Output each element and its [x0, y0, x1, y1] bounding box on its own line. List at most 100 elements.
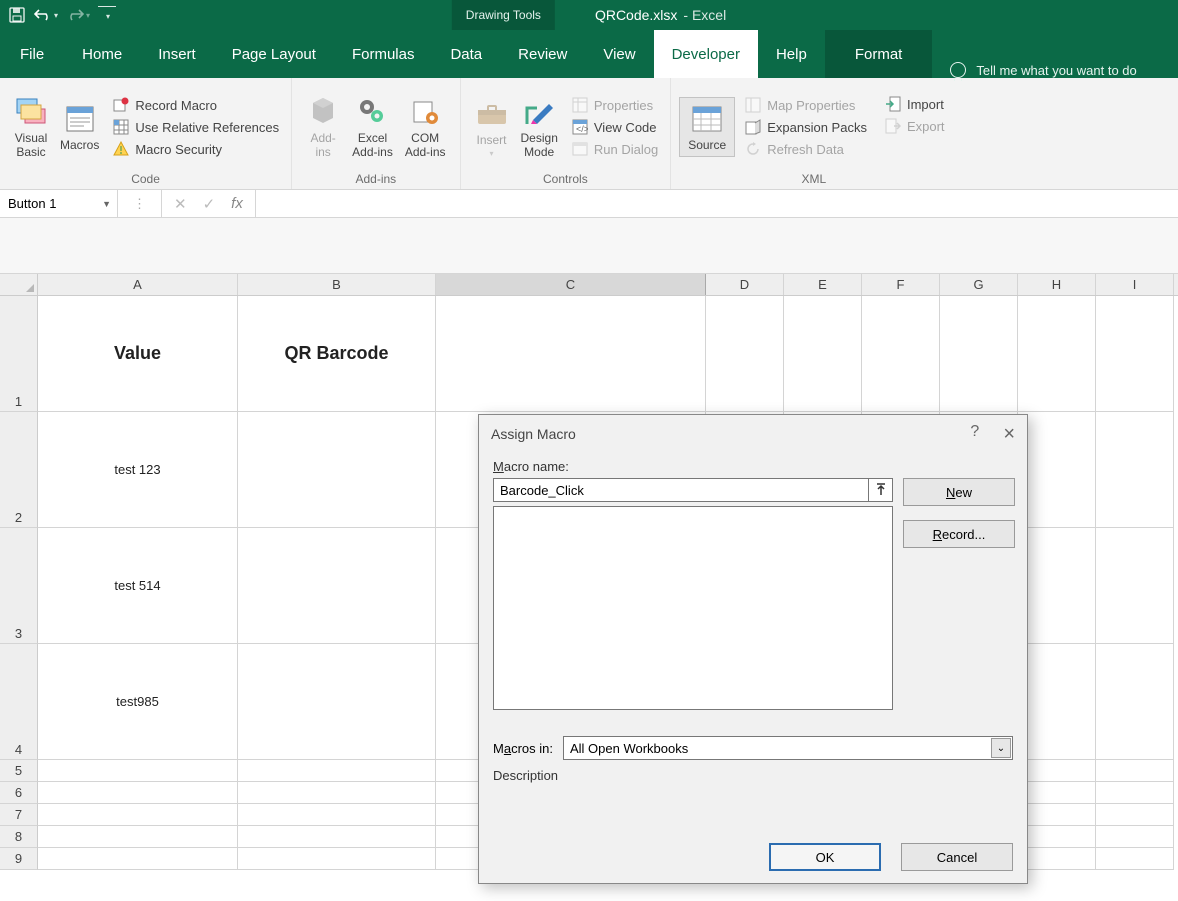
- col-header-I[interactable]: I: [1096, 274, 1174, 295]
- export-button[interactable]: Export: [881, 117, 949, 135]
- cell-H4[interactable]: [1018, 644, 1096, 760]
- tab-file[interactable]: File: [0, 30, 64, 78]
- enter-icon[interactable]: ✓: [203, 195, 216, 213]
- col-header-H[interactable]: H: [1018, 274, 1096, 295]
- import-button[interactable]: Import: [881, 95, 949, 113]
- cell-A5[interactable]: [38, 760, 238, 782]
- row-header-1[interactable]: 1: [0, 296, 38, 412]
- cell-B3[interactable]: [238, 528, 436, 644]
- cell-A2[interactable]: test 123: [38, 412, 238, 528]
- row-header-9[interactable]: 9: [0, 848, 38, 870]
- row-header-2[interactable]: 2: [0, 412, 38, 528]
- visual-basic-button[interactable]: Visual Basic: [8, 95, 54, 159]
- cell-A9[interactable]: [38, 848, 238, 870]
- record-button[interactable]: Record...: [903, 520, 1015, 548]
- cell-I3[interactable]: [1096, 528, 1174, 644]
- formula-input[interactable]: [256, 190, 1178, 217]
- cell-B8[interactable]: [238, 826, 436, 848]
- new-button[interactable]: New: [903, 478, 1015, 506]
- tell-me-search[interactable]: Tell me what you want to do: [950, 62, 1136, 78]
- col-header-B[interactable]: B: [238, 274, 436, 295]
- macros-in-select[interactable]: All Open Workbooks ⌄: [563, 736, 1013, 760]
- design-mode-button[interactable]: Design Mode: [515, 95, 564, 159]
- cell-H6[interactable]: [1018, 782, 1096, 804]
- tab-view[interactable]: View: [585, 30, 653, 78]
- cell-G1[interactable]: [940, 296, 1018, 412]
- view-code-button[interactable]: </> View Code: [568, 118, 662, 136]
- use-relative-references-button[interactable]: Use Relative References: [109, 118, 283, 136]
- tab-page-layout[interactable]: Page Layout: [214, 30, 334, 78]
- row-header-7[interactable]: 7: [0, 804, 38, 826]
- macro-reference-button[interactable]: [869, 478, 893, 502]
- cell-H8[interactable]: [1018, 826, 1096, 848]
- properties-button[interactable]: Properties: [568, 96, 662, 114]
- addins-button[interactable]: Add- ins: [300, 95, 346, 159]
- cell-B5[interactable]: [238, 760, 436, 782]
- cell-A8[interactable]: [38, 826, 238, 848]
- cell-H7[interactable]: [1018, 804, 1096, 826]
- row-header-4[interactable]: 4: [0, 644, 38, 760]
- map-properties-button[interactable]: Map Properties: [741, 96, 871, 114]
- col-header-A[interactable]: A: [38, 274, 238, 295]
- dialog-close-button[interactable]: ×: [1003, 423, 1015, 446]
- cell-I2[interactable]: [1096, 412, 1174, 528]
- cell-A3[interactable]: test 514: [38, 528, 238, 644]
- cell-A1[interactable]: Value: [38, 296, 238, 412]
- cell-H1[interactable]: [1018, 296, 1096, 412]
- expansion-packs-button[interactable]: Expansion Packs: [741, 118, 871, 136]
- macro-security-button[interactable]: Macro Security: [109, 140, 283, 158]
- dialog-title-bar[interactable]: Assign Macro ? ×: [479, 415, 1027, 453]
- tab-help[interactable]: Help: [758, 30, 825, 78]
- row-header-8[interactable]: 8: [0, 826, 38, 848]
- cell-I6[interactable]: [1096, 782, 1174, 804]
- refresh-data-button[interactable]: Refresh Data: [741, 140, 871, 158]
- cell-I1[interactable]: [1096, 296, 1174, 412]
- row-header-5[interactable]: 5: [0, 760, 38, 782]
- tab-home[interactable]: Home: [64, 30, 140, 78]
- cancel-icon[interactable]: ✕: [174, 195, 187, 213]
- cell-E1[interactable]: [784, 296, 862, 412]
- qat-customize-icon[interactable]: ▾: [98, 6, 116, 24]
- record-macro-button[interactable]: Record Macro: [109, 96, 283, 114]
- cell-H3[interactable]: [1018, 528, 1096, 644]
- col-header-F[interactable]: F: [862, 274, 940, 295]
- cell-B1[interactable]: QR Barcode: [238, 296, 436, 412]
- macros-button[interactable]: Macros: [54, 102, 105, 152]
- cell-I8[interactable]: [1096, 826, 1174, 848]
- save-icon[interactable]: [8, 6, 26, 24]
- dropdown-icon[interactable]: ▼: [102, 199, 111, 209]
- cell-H5[interactable]: [1018, 760, 1096, 782]
- tab-data[interactable]: Data: [432, 30, 500, 78]
- insert-controls-button[interactable]: Insert ▾: [469, 97, 515, 158]
- fx-icon[interactable]: fx: [231, 195, 243, 212]
- cell-B6[interactable]: [238, 782, 436, 804]
- cell-B2[interactable]: [238, 412, 436, 528]
- cell-I7[interactable]: [1096, 804, 1174, 826]
- select-all-corner[interactable]: [0, 274, 38, 295]
- excel-addins-button[interactable]: Excel Add-ins: [346, 95, 399, 159]
- com-addins-button[interactable]: COM Add-ins: [399, 95, 452, 159]
- row-header-3[interactable]: 3: [0, 528, 38, 644]
- cell-A4[interactable]: test985: [38, 644, 238, 760]
- cell-H9[interactable]: [1018, 848, 1096, 870]
- name-box[interactable]: ▼: [0, 190, 118, 217]
- col-header-D[interactable]: D: [706, 274, 784, 295]
- source-button[interactable]: Source: [679, 97, 735, 157]
- tab-format[interactable]: Format: [825, 30, 933, 78]
- run-dialog-button[interactable]: Run Dialog: [568, 140, 662, 158]
- ok-button[interactable]: OK: [769, 843, 881, 871]
- col-header-E[interactable]: E: [784, 274, 862, 295]
- cell-I4[interactable]: [1096, 644, 1174, 760]
- col-header-C[interactable]: C: [436, 274, 706, 295]
- cancel-button[interactable]: Cancel: [901, 843, 1013, 871]
- tab-formulas[interactable]: Formulas: [334, 30, 433, 78]
- cell-I5[interactable]: [1096, 760, 1174, 782]
- cell-B9[interactable]: [238, 848, 436, 870]
- dialog-help-button[interactable]: ?: [970, 423, 979, 446]
- cell-B4[interactable]: [238, 644, 436, 760]
- undo-button[interactable]: ▾: [34, 8, 58, 22]
- cell-F1[interactable]: [862, 296, 940, 412]
- cell-D1[interactable]: [706, 296, 784, 412]
- cell-I9[interactable]: [1096, 848, 1174, 870]
- cell-A6[interactable]: [38, 782, 238, 804]
